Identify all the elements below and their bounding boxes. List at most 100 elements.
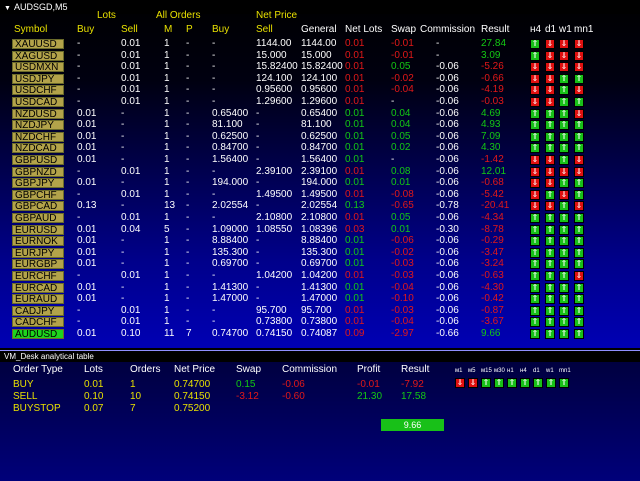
trend-down-icon[interactable]: ⇓ [545,97,555,107]
trend-down-icon[interactable]: ⇓ [545,85,555,95]
trend-up-icon[interactable]: ⇑ [545,143,555,153]
trend-down-icon[interactable]: ⇓ [574,109,584,119]
trend-up-icon[interactable]: ⇑ [574,132,584,142]
trend-down-icon[interactable]: ⇓ [545,62,555,72]
trend-up-icon[interactable]: ⇑ [546,378,556,388]
trend-up-icon[interactable]: ⇑ [559,283,569,293]
trend-down-icon[interactable]: ⇓ [574,167,584,177]
trend-up-icon[interactable]: ⇑ [545,132,555,142]
trend-up-icon[interactable]: ⇑ [574,190,584,200]
trend-down-icon[interactable]: ⇓ [545,155,555,165]
trend-down-icon[interactable]: ⇓ [530,167,540,177]
trend-down-icon[interactable]: ⇓ [545,178,555,188]
trend-up-icon[interactable]: ⇑ [494,378,504,388]
trend-down-icon[interactable]: ⇓ [574,155,584,165]
symbol-button[interactable]: EURCHF [12,271,64,282]
trend-up-icon[interactable]: ⇑ [559,317,569,327]
symbol-button[interactable]: EURCAD [12,283,64,294]
trend-up-icon[interactable]: ⇑ [559,294,569,304]
symbol-button[interactable]: EURAUD [12,294,64,305]
trend-down-icon[interactable]: ⇓ [545,51,555,61]
trend-up-icon[interactable]: ⇑ [559,155,569,165]
symbol-button[interactable]: EURNOK [12,236,64,247]
trend-up-icon[interactable]: ⇑ [559,143,569,153]
trend-up-icon[interactable]: ⇑ [559,259,569,269]
symbol-button[interactable]: NZDCHF [12,132,64,143]
trend-up-icon[interactable]: ⇑ [545,306,555,316]
trend-down-icon[interactable]: ⇓ [559,51,569,61]
trend-up-icon[interactable]: ⇑ [559,225,569,235]
trend-up-icon[interactable]: ⇑ [530,271,540,281]
trend-up-icon[interactable]: ⇑ [559,329,569,339]
trend-down-icon[interactable]: ⇓ [574,201,584,211]
symbol-button[interactable]: USDCHF [12,85,64,96]
symbol-button[interactable]: NZDCAD [12,143,64,154]
symbol-button[interactable]: GBPJPY [12,178,64,189]
trend-up-icon[interactable]: ⇑ [530,109,540,119]
symbol-button[interactable]: USDCAD [12,97,64,108]
trend-up-icon[interactable]: ⇑ [574,329,584,339]
trend-down-icon[interactable]: ⇓ [530,85,540,95]
trend-up-icon[interactable]: ⇑ [559,213,569,223]
trend-up-icon[interactable]: ⇑ [530,225,540,235]
trend-down-icon[interactable]: ⇓ [559,190,569,200]
trend-down-icon[interactable]: ⇓ [574,271,584,281]
symbol-button[interactable]: GBPCAD [12,201,64,212]
trend-up-icon[interactable]: ⇑ [530,51,540,61]
trend-up-icon[interactable]: ⇑ [545,109,555,119]
trend-up-icon[interactable]: ⇑ [545,213,555,223]
trend-down-icon[interactable]: ⇓ [559,167,569,177]
symbol-button[interactable]: EURUSD [12,225,64,236]
trend-up-icon[interactable]: ⇑ [520,378,530,388]
trend-up-icon[interactable]: ⇑ [545,294,555,304]
trend-up-icon[interactable]: ⇑ [574,213,584,223]
trend-down-icon[interactable]: ⇓ [530,97,540,107]
symbol-button[interactable]: CADCHF [12,317,64,328]
trend-up-icon[interactable]: ⇑ [574,294,584,304]
trend-up-icon[interactable]: ⇑ [533,378,543,388]
trend-down-icon[interactable]: ⇓ [545,74,555,84]
trend-down-icon[interactable]: ⇓ [530,62,540,72]
trend-down-icon[interactable]: ⇓ [574,39,584,49]
symbol-button[interactable]: AUDUSD [12,329,64,340]
trend-up-icon[interactable]: ⇑ [530,213,540,223]
trend-up-icon[interactable]: ⇑ [559,248,569,258]
trend-up-icon[interactable]: ⇑ [545,317,555,327]
collapse-triangle-icon[interactable]: ▼ [4,2,11,16]
trend-up-icon[interactable]: ⇑ [481,378,491,388]
trend-down-icon[interactable]: ⇓ [530,190,540,200]
trend-up-icon[interactable]: ⇑ [530,283,540,293]
trend-up-icon[interactable]: ⇑ [545,225,555,235]
symbol-button[interactable]: GBPUSD [12,155,64,166]
trend-up-icon[interactable]: ⇑ [559,120,569,130]
trend-down-icon[interactable]: ⇓ [574,85,584,95]
trend-down-icon[interactable]: ⇓ [455,378,465,388]
trend-down-icon[interactable]: ⇓ [559,62,569,72]
trend-up-icon[interactable]: ⇑ [574,178,584,188]
trend-up-icon[interactable]: ⇑ [530,294,540,304]
symbol-button[interactable]: USDMXN [12,62,64,73]
trend-down-icon[interactable]: ⇓ [468,378,478,388]
trend-down-icon[interactable]: ⇓ [530,74,540,84]
trend-up-icon[interactable]: ⇑ [574,143,584,153]
trend-up-icon[interactable]: ⇑ [574,317,584,327]
trend-up-icon[interactable]: ⇑ [559,271,569,281]
symbol-button[interactable]: CADJPY [12,306,64,317]
trend-up-icon[interactable]: ⇑ [559,201,569,211]
trend-up-icon[interactable]: ⇑ [574,225,584,235]
symbol-button[interactable]: GBPAUD [12,213,64,224]
symbol-button[interactable]: USDJPY [12,74,64,85]
trend-up-icon[interactable]: ⇑ [559,236,569,246]
symbol-button[interactable]: GBPNZD [12,167,64,178]
trend-up-icon[interactable]: ⇑ [574,306,584,316]
trend-up-icon[interactable]: ⇑ [530,248,540,258]
trend-up-icon[interactable]: ⇑ [574,236,584,246]
symbol-button[interactable]: EURGBP [12,259,64,270]
trend-up-icon[interactable]: ⇑ [545,236,555,246]
symbol-button[interactable]: EURJPY [12,248,64,259]
symbol-button[interactable]: GBPCHF [12,190,64,201]
trend-up-icon[interactable]: ⇑ [530,236,540,246]
symbol-button[interactable]: XAGUSD [12,51,64,62]
trend-up-icon[interactable]: ⇑ [545,259,555,269]
trend-up-icon[interactable]: ⇑ [545,283,555,293]
